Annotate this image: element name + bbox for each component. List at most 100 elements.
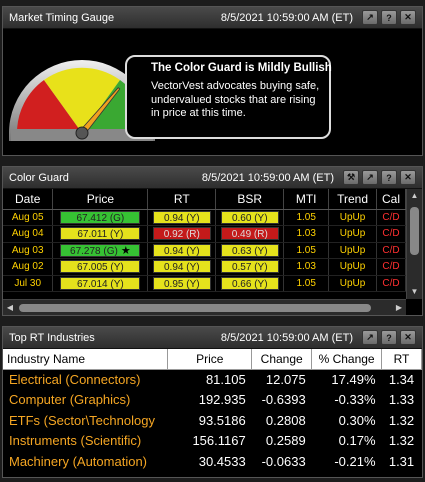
column-header-industry-name[interactable]: Industry Name — [3, 349, 169, 370]
table-row[interactable]: Electrical (Connectors) 81.105 12.075 17.49… — [3, 369, 422, 390]
help-icon[interactable]: ? — [381, 10, 397, 25]
price-value: 67.011 (Y) — [77, 229, 124, 241]
column-header-price[interactable]: Price — [52, 189, 149, 210]
rt-chip: 0.95 (Y) — [152, 276, 211, 290]
industry-price: 81.105 — [205, 372, 246, 387]
bsr-chip: 0.60 (Y) — [220, 210, 279, 224]
industry-pct-change: -0.33% — [334, 392, 376, 408]
table-row[interactable]: Computer (Graphics) 192.935 -0.6393 -0.33% 1… — [3, 390, 422, 411]
row-price-cell: 67.014 (Y) — [52, 275, 149, 292]
scroll-up-icon[interactable]: ▲ — [407, 189, 422, 203]
close-icon[interactable]: ✕ — [400, 170, 416, 185]
table-row[interactable]: Jul 30 67.014 (Y) 0.95 (Y) 0.66 (Y) 1.05 UpUp… — [3, 275, 406, 292]
column-header-bsr[interactable]: BSR — [215, 189, 285, 210]
column-header-change[interactable]: Change — [251, 349, 313, 370]
industry-rt: 1.32 — [388, 433, 415, 449]
scroll-right-icon[interactable]: ▶ — [392, 300, 406, 315]
color-guard-header-row: Date Price RT BSR MTI Trend Cal — [3, 189, 406, 210]
row-trend: UpUp — [328, 258, 378, 276]
color-guard-title: Color Guard — [9, 171, 69, 184]
row-trend: UpUp — [328, 275, 378, 292]
industry-name: ETFs (Sector\Technology — [9, 412, 155, 428]
pin-icon[interactable]: ↗ — [362, 10, 378, 25]
pin-icon[interactable]: ↗ — [362, 170, 378, 185]
row-bsr-cell: 0.49 (R) — [215, 225, 285, 243]
industry-change: -0.0633 — [261, 453, 306, 469]
gauge-headline: The Color Guard is Mildly Bullish — [151, 62, 332, 74]
table-row[interactable]: ETFs (Sector\Technology 93.5186 0.2808 0.30… — [3, 410, 422, 431]
row-cal: C/D — [376, 258, 406, 276]
rt-chip: 0.94 (Y) — [152, 243, 211, 257]
scroll-down-icon[interactable]: ▼ — [407, 285, 422, 299]
row-date: Aug 03 — [3, 242, 54, 259]
table-row[interactable]: Aug 04 67.011 (Y) 0.92 (R) 0.49 (R) 1.03 UpUp… — [3, 225, 406, 243]
industry-change: 0.2589 — [265, 433, 306, 449]
column-header-rt[interactable]: RT — [381, 349, 422, 370]
price-value: 67.412 (G) — [76, 212, 125, 224]
color-guard-titlebar: Color Guard 8/5/2021 10:59:00 AM (ET) ⚒ … — [3, 167, 422, 189]
gauge-description: VectorVest advocates buying safe, underv… — [151, 80, 320, 119]
column-header-price[interactable]: Price — [167, 349, 253, 370]
horizontal-scrollbar[interactable]: ◀ ▶ — [3, 299, 406, 315]
close-icon[interactable]: ✕ — [400, 330, 416, 345]
price-value: 67.278 (G) — [70, 245, 118, 257]
industry-price: 156.1167 — [192, 433, 246, 449]
column-header-mti[interactable]: MTI — [283, 189, 330, 210]
table-row[interactable]: Instruments (Scientific) 156.1167 0.2589 0.… — [3, 431, 422, 452]
industry-rt: 1.33 — [388, 392, 415, 408]
help-icon[interactable]: ? — [381, 170, 397, 185]
rt-chip: 0.92 (R) — [152, 227, 211, 241]
industry-pct-change: -0.21% — [334, 453, 376, 469]
column-header-date[interactable]: Date — [3, 189, 54, 210]
horizontal-scroll-thumb[interactable] — [19, 304, 371, 312]
table-row[interactable]: Aug 05 67.412 (G) 0.94 (Y) 0.60 (Y) 1.05 UpUp… — [3, 209, 406, 226]
pin-icon[interactable]: ↗ — [362, 330, 378, 345]
price-chip: 67.412 (G) — [60, 210, 141, 224]
price-chip: 67.011 (Y) — [60, 227, 141, 241]
industry-price: 192.935 — [198, 392, 246, 408]
row-cal: C/D — [376, 242, 406, 259]
vertical-scroll-thumb[interactable] — [410, 207, 419, 255]
industry-price: 30.4533 — [198, 453, 246, 469]
industry-pct-change: 0.17% — [338, 433, 376, 449]
scroll-left-icon[interactable]: ◀ — [3, 300, 17, 315]
column-header-cal[interactable]: Cal — [376, 189, 406, 210]
industry-rt: 1.32 — [388, 412, 415, 428]
row-price-cell: 67.412 (G) — [52, 209, 149, 226]
industry-change: 12.075 — [265, 372, 306, 387]
row-rt-cell: 0.95 (Y) — [147, 275, 217, 292]
industries-table: Industry Name Price Change% Change RT Elect… — [3, 349, 422, 472]
column-header-trend[interactable]: Trend — [328, 189, 378, 210]
row-bsr-cell: 0.57 (Y) — [215, 258, 285, 276]
bsr-chip: 0.63 (Y) — [220, 243, 279, 257]
row-bsr-cell: 0.63 (Y) — [215, 242, 285, 259]
price-chip: 67.014 (Y) — [60, 276, 141, 290]
industry-pct-change: 0.30% — [338, 412, 376, 428]
industry-name: Computer (Graphics) — [9, 392, 131, 408]
industries-timestamp: 8/5/2021 10:59:00 AM (ET) — [220, 331, 353, 344]
wrench-icon[interactable]: ⚒ — [343, 170, 359, 185]
table-row[interactable]: Machinery (Automation) 30.4533 -0.0633 -0.2… — [3, 451, 422, 472]
table-row[interactable]: Aug 02 67.005 (Y) 0.94 (Y) 0.57 (Y) 1.03 UpUp… — [3, 258, 406, 276]
row-cal: C/D — [376, 225, 406, 243]
industry-pct-change: 17.49% — [331, 372, 376, 387]
rt-chip: 0.94 (Y) — [152, 210, 211, 224]
row-price-cell: 67.005 (Y) — [52, 258, 149, 276]
vertical-scrollbar[interactable]: ▲ ▼ — [406, 189, 422, 299]
industry-name: Instruments (Scientific) — [9, 433, 142, 449]
industry-rt: 1.34 — [388, 372, 415, 387]
column-header-rt[interactable]: RT — [147, 189, 217, 210]
row-rt-cell: 0.94 (Y) — [147, 209, 217, 226]
table-row[interactable]: Aug 03 67.278 (G) ★ 0.94 (Y) 0.63 (Y) 1.05 UpU… — [3, 242, 406, 259]
bsr-chip: 0.66 (Y) — [220, 276, 279, 290]
row-trend: UpUp — [328, 225, 378, 243]
color-guard-panel: Color Guard 8/5/2021 10:59:00 AM (ET) ⚒ … — [2, 166, 423, 316]
price-chip: 67.278 (G) ★ — [60, 243, 141, 257]
gauge-titlebar: Market Timing Gauge 8/5/2021 10:59:00 AM… — [3, 7, 422, 29]
row-rt-cell: 0.94 (Y) — [147, 258, 217, 276]
close-icon[interactable]: ✕ — [400, 10, 416, 25]
help-icon[interactable]: ? — [381, 330, 397, 345]
column-header--change[interactable]: % Change — [311, 349, 383, 370]
color-guard-rows: Aug 05 67.412 (G) 0.94 (Y) 0.60 (Y) 1.05 UpUp… — [3, 209, 406, 292]
row-trend: UpUp — [328, 209, 378, 226]
